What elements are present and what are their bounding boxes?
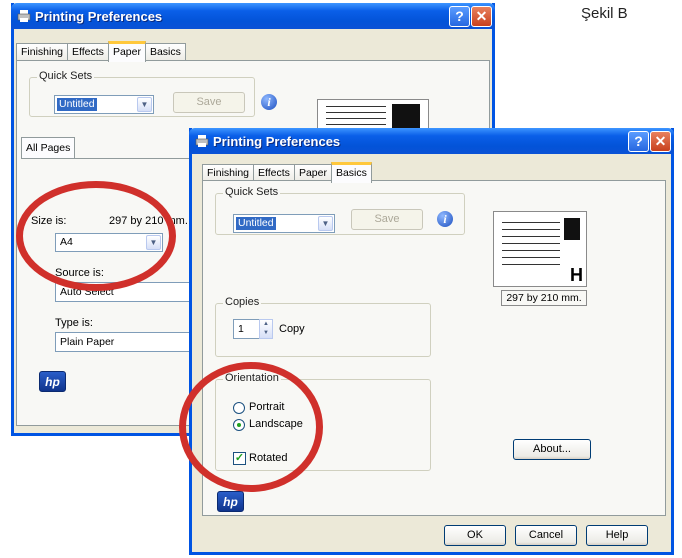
front-title-bar[interactable]: Printing Preferences ? ✕ — [189, 128, 674, 154]
front-preview-size-label: 297 by 210 mm. — [501, 290, 587, 306]
tab-paper[interactable]: Paper — [107, 41, 146, 62]
front-paper-preview: H — [493, 211, 587, 287]
front-preview-letter: H — [570, 265, 583, 285]
front-rotated-label: Rotated — [249, 452, 288, 464]
portrait-radio[interactable] — [233, 402, 245, 414]
back-size-combo[interactable]: A4 ▼ — [55, 233, 163, 252]
help-title-button[interactable]: ? — [628, 131, 649, 152]
copies-spinner[interactable]: ▲ ▼ — [259, 319, 273, 339]
help-title-button[interactable]: ? — [449, 6, 470, 27]
back-quick-sets-combo[interactable]: Untitled ▼ — [54, 95, 154, 114]
info-icon[interactable]: i — [437, 211, 453, 227]
chevron-down-icon[interactable]: ▼ — [137, 97, 152, 112]
landscape-radio[interactable] — [233, 419, 245, 431]
front-tab-strip: Finishing Effects Paper Basics — [202, 161, 372, 183]
back-source-field[interactable]: Auto Select — [55, 282, 205, 302]
figure-caption: Şekil B — [581, 5, 628, 22]
hp-logo: hp — [39, 371, 66, 392]
back-tab-strip: Finishing Effects Paper Basics — [16, 40, 186, 62]
chevron-down-icon[interactable]: ▼ — [318, 216, 333, 231]
front-save-button[interactable]: Save — [351, 209, 423, 230]
front-portrait-label: Portrait — [249, 401, 285, 413]
front-copies-label: Copies — [223, 296, 262, 308]
back-window-title: Printing Preferences — [35, 9, 163, 24]
back-quick-sets-value: Untitled — [57, 98, 97, 111]
front-copies-unit: Copy — [279, 323, 305, 335]
back-type-label: Type is: — [55, 317, 93, 329]
back-size-dims: 297 by 210 mm. — [109, 215, 188, 227]
back-source-label: Source is: — [55, 267, 104, 279]
chevron-down-icon[interactable]: ▼ — [146, 235, 161, 250]
close-title-button[interactable]: ✕ — [650, 131, 671, 152]
info-icon[interactable]: i — [261, 94, 277, 110]
back-inner-tab-all-pages[interactable]: All Pages — [21, 137, 76, 159]
front-quick-sets-label: Quick Sets — [223, 186, 281, 198]
tab-basics[interactable]: Basics — [144, 43, 186, 61]
front-printing-preferences-window: Printing Preferences ? ✕ Finishing Effect… — [189, 128, 674, 555]
ok-button[interactable]: OK — [444, 525, 506, 546]
printer-icon — [17, 10, 31, 22]
back-quick-sets-label: Quick Sets — [37, 70, 95, 82]
tab-effects[interactable]: Effects — [67, 43, 109, 61]
front-window-title: Printing Preferences — [213, 134, 341, 149]
back-size-value: A4 — [60, 236, 73, 248]
close-title-button[interactable]: ✕ — [471, 6, 492, 27]
help-button[interactable]: Help — [586, 525, 648, 546]
front-orientation-label: Orientation — [223, 372, 281, 384]
front-orientation-group: Orientation — [215, 372, 431, 471]
back-title-bar[interactable]: Printing Preferences ? ✕ — [11, 3, 495, 29]
front-quick-sets-combo[interactable]: Untitled ▼ — [233, 214, 335, 233]
tab-finishing[interactable]: Finishing — [16, 43, 69, 61]
front-landscape-label: Landscape — [249, 418, 303, 430]
hp-logo: hp — [217, 491, 244, 512]
back-type-field[interactable]: Plain Paper — [55, 332, 205, 352]
rotated-checkbox[interactable]: ✓ — [233, 452, 246, 465]
about-button[interactable]: About... — [513, 439, 591, 460]
front-tab-panel: Quick Sets Untitled ▼ Save i H 297 by 21… — [202, 180, 666, 516]
back-save-button[interactable]: Save — [173, 92, 245, 113]
tab-basics[interactable]: Basics — [330, 162, 372, 183]
front-quick-sets-value: Untitled — [236, 217, 276, 230]
printer-icon — [195, 135, 209, 147]
cancel-button[interactable]: Cancel — [515, 525, 577, 546]
back-size-label: Size is: — [31, 215, 67, 227]
